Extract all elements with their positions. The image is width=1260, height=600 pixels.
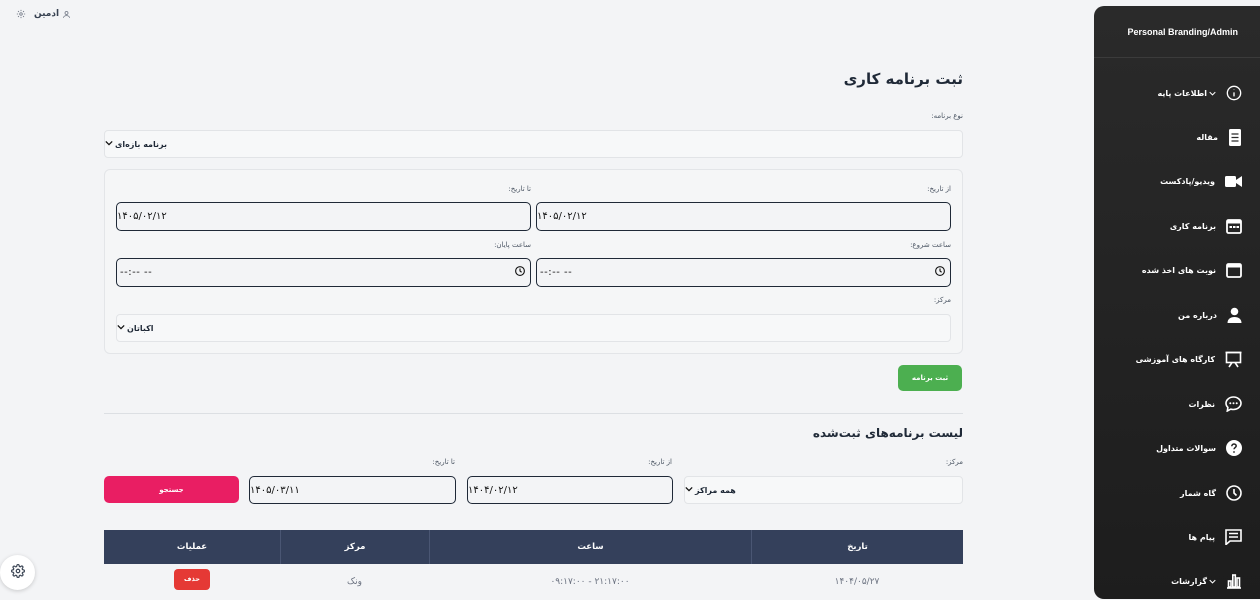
- document-icon: [1228, 128, 1242, 146]
- sidebar-item-label: گاه شمار: [1179, 488, 1216, 498]
- user-bar: ادمین: [16, 9, 71, 19]
- sidebar-item-about-me[interactable]: درباره من: [1094, 300, 1260, 330]
- sidebar-item-label: ویدیو/پادکست: [1160, 176, 1215, 186]
- sidebar-item-messages[interactable]: پیام ها: [1094, 522, 1260, 552]
- sidebar-item-reports[interactable]: گزارشات: [1094, 566, 1260, 596]
- center-value: اکباتان: [127, 323, 154, 333]
- chevron-down-icon: [1209, 90, 1216, 97]
- to-date-label: تا تاریخ:: [508, 185, 531, 193]
- sidebar-item-label: مقاله: [1196, 132, 1218, 142]
- start-time-placeholder: --:-- --: [540, 267, 573, 278]
- question-icon: [1226, 440, 1242, 456]
- program-type-value: برنامه بازه‌ای: [115, 139, 167, 149]
- sidebar-item-label: اطلاعات پایه: [1157, 88, 1207, 98]
- end-time-input[interactable]: --:-- --: [116, 258, 531, 287]
- to-date-input[interactable]: ۱۴۰۵/۰۲/۱۲: [116, 202, 531, 231]
- center-cell: ونک: [347, 577, 362, 587]
- from-date-label: از تاریخ:: [927, 185, 951, 193]
- from-date-input[interactable]: ۱۴۰۵/۰۲/۱۲: [536, 202, 951, 231]
- floating-settings-button[interactable]: [0, 555, 35, 590]
- calendar-grid-icon: [1226, 218, 1242, 234]
- sidebar-item-label: برنامه کاری: [1169, 221, 1216, 231]
- filter-center-value: همه مراکز: [695, 485, 736, 495]
- chevron-down-icon: [105, 139, 113, 149]
- time-cell: ۰۹:۱۷:۰۰ - ۲۱:۱۷:۰۰: [550, 577, 630, 587]
- user-name: ادمین: [34, 9, 60, 19]
- clock-icon[interactable]: [935, 266, 945, 279]
- sidebar-item-label: درباره من: [1178, 310, 1217, 320]
- search-button[interactable]: جستجو: [104, 476, 239, 503]
- chevron-down-icon: [685, 485, 693, 495]
- filter-from-date-label: از تاریخ:: [648, 458, 672, 466]
- sidebar-item-label: سوالات متداول: [1156, 443, 1216, 453]
- sidebar-item-work-schedule[interactable]: برنامه کاری: [1094, 211, 1260, 241]
- end-time-label: ساعت پایان:: [494, 241, 531, 249]
- filter-center-label: مرکز:: [945, 458, 963, 466]
- end-time-placeholder: --:-- --: [120, 267, 153, 278]
- sidebar-item-article[interactable]: مقاله: [1094, 122, 1260, 152]
- sidebar-item-label: نظرات: [1188, 399, 1215, 409]
- sidebar-item-label: نوبت های اخذ شده: [1141, 265, 1216, 275]
- column-header-date: تاریخ: [751, 530, 963, 564]
- column-header-time: ساعت: [429, 530, 751, 564]
- chevron-down-icon: [117, 323, 125, 333]
- program-type-label: نوع برنامه:: [931, 112, 963, 120]
- chat-dots-icon: [1225, 396, 1242, 412]
- user-icon: [62, 10, 71, 19]
- clock-icon: [1226, 485, 1242, 501]
- chevron-down-icon: [1209, 578, 1216, 585]
- table-header: عملیات مرکز ساعت تاریخ: [104, 530, 963, 564]
- sidebar-item-faq[interactable]: سوالات متداول: [1094, 433, 1260, 463]
- column-header-actions: عملیات: [176, 542, 208, 552]
- delete-button[interactable]: حذف: [174, 568, 210, 590]
- program-type-select[interactable]: برنامه بازه‌ای: [104, 130, 963, 158]
- sidebar-item-workshops[interactable]: کارگاه های آموزشی: [1094, 344, 1260, 374]
- user-menu[interactable]: ادمین: [34, 9, 71, 19]
- sidebar-title: Personal Branding/Admin: [1094, 6, 1260, 58]
- sidebar-item-timeline[interactable]: گاه شمار: [1094, 478, 1260, 508]
- gear-icon: [10, 563, 25, 582]
- message-icon: [1225, 529, 1242, 545]
- page-title: ثبت برنامه کاری: [843, 70, 963, 88]
- date-cell: ۱۴۰۴/۰۵/۲۷: [834, 577, 880, 587]
- start-time-label: ساعت شروع:: [910, 241, 951, 249]
- sidebar-item-booked-appointments[interactable]: نوبت های اخذ شده: [1094, 255, 1260, 285]
- start-time-input[interactable]: --:-- --: [536, 258, 951, 287]
- center-label: مرکز:: [933, 296, 951, 304]
- sidebar: Personal Branding/Admin اطلاعات پایه مقا…: [1094, 6, 1260, 599]
- sidebar-item-comments[interactable]: نظرات: [1094, 389, 1260, 419]
- sidebar-item-basic-info[interactable]: اطلاعات پایه: [1094, 78, 1260, 108]
- submit-program-button[interactable]: ثبت برنامه: [898, 365, 962, 391]
- table-row: حذف ونک ۰۹:۱۷:۰۰ - ۲۱:۱۷:۰۰ ۱۴۰۴/۰۵/۲۷: [104, 564, 963, 600]
- calendar-icon: [1226, 262, 1242, 278]
- bar-chart-icon: [1226, 573, 1242, 589]
- center-select[interactable]: اکباتان: [116, 314, 951, 342]
- filter-center-select[interactable]: همه مراکز: [684, 476, 963, 504]
- divider: [104, 413, 963, 414]
- sidebar-item-label: پیام ها: [1188, 532, 1215, 542]
- video-icon: [1225, 175, 1242, 188]
- clock-icon[interactable]: [515, 266, 525, 279]
- list-title: لیست برنامه‌های ثبت‌شده: [812, 426, 963, 440]
- filter-to-date-label: تا تاریخ:: [432, 458, 455, 466]
- person-icon: [1227, 307, 1242, 323]
- sidebar-item-video-podcast[interactable]: ویدیو/پادکست: [1094, 166, 1260, 196]
- settings-icon[interactable]: [16, 9, 26, 19]
- actions-cell: حذف: [104, 564, 280, 600]
- presentation-icon: [1225, 351, 1242, 368]
- sidebar-item-label: کارگاه های آموزشی: [1135, 354, 1215, 364]
- column-header-center: مرکز: [280, 530, 429, 564]
- sidebar-item-label: گزارشات: [1171, 576, 1207, 586]
- info-icon: [1226, 85, 1242, 101]
- filter-from-date-input[interactable]: ۱۴۰۴/۰۲/۱۲: [467, 476, 673, 504]
- filter-to-date-input[interactable]: ۱۴۰۵/۰۳/۱۱: [249, 476, 456, 504]
